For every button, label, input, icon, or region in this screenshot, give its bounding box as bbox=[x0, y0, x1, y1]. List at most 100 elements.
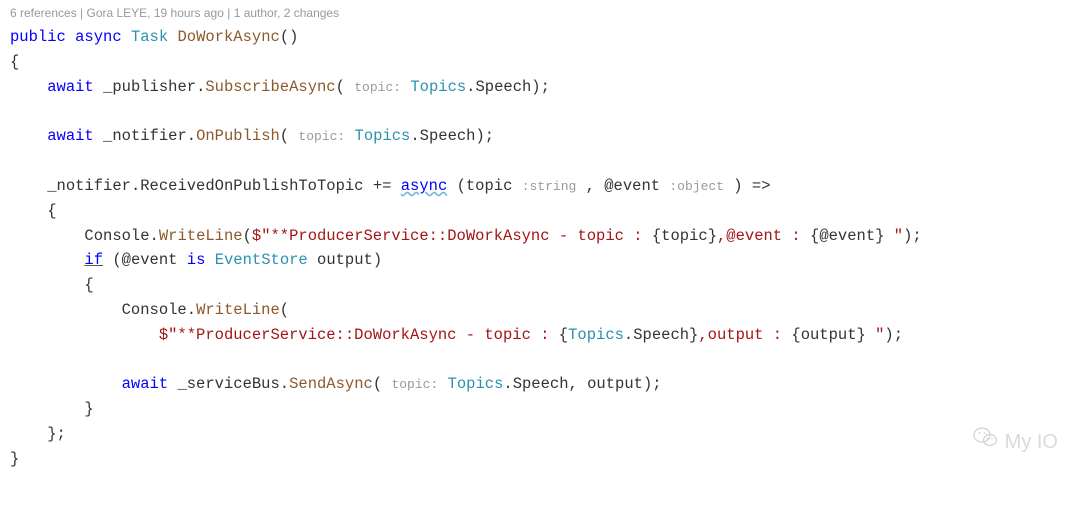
paren-open: ( bbox=[280, 301, 289, 319]
var-topic: topic bbox=[661, 227, 708, 245]
param-hint-object: :object bbox=[669, 179, 724, 194]
semi: ; bbox=[894, 326, 903, 344]
method-writeline: WriteLine bbox=[159, 227, 243, 245]
keyword-async-lambda: async bbox=[401, 177, 448, 195]
type-topics: Topics bbox=[410, 78, 466, 96]
operator-arrow: => bbox=[752, 177, 771, 195]
dot: . bbox=[410, 127, 419, 145]
method-sendasync: SendAsync bbox=[289, 375, 373, 393]
string-part: ,@event : bbox=[717, 227, 810, 245]
paren-close: ) bbox=[475, 127, 484, 145]
var-event: @event bbox=[819, 227, 875, 245]
operator-pluseq: += bbox=[373, 177, 392, 195]
method-dowork: DoWorkAsync bbox=[177, 28, 279, 46]
paren-close: ) bbox=[903, 227, 912, 245]
var-output: output bbox=[317, 251, 373, 269]
paren-open: ( bbox=[112, 251, 121, 269]
type-topics: Topics bbox=[568, 326, 624, 344]
string-part: ,output : bbox=[698, 326, 791, 344]
member-speech: Speech bbox=[633, 326, 689, 344]
paren-open: ( bbox=[280, 28, 289, 46]
keyword-await: await bbox=[47, 78, 94, 96]
type-eventstore: EventStore bbox=[215, 251, 308, 269]
paren-close: ) bbox=[884, 326, 893, 344]
var-output: output bbox=[801, 326, 857, 344]
console: Console bbox=[84, 227, 149, 245]
type-topics: Topics bbox=[448, 375, 504, 393]
field-notifier: _notifier bbox=[103, 127, 187, 145]
wechat-icon bbox=[973, 426, 999, 458]
keyword-if: if bbox=[84, 251, 103, 269]
var-output: output bbox=[587, 375, 643, 393]
var-event: @event bbox=[604, 177, 660, 195]
var-topic: topic bbox=[466, 177, 513, 195]
dot: . bbox=[624, 326, 633, 344]
paren-open: ( bbox=[280, 127, 289, 145]
interp-close: } bbox=[689, 326, 698, 344]
paren-close: ) bbox=[643, 375, 652, 393]
keyword-async: async bbox=[75, 28, 122, 46]
keyword-is: is bbox=[187, 251, 206, 269]
var-event: @event bbox=[122, 251, 178, 269]
type-topics: Topics bbox=[355, 127, 411, 145]
method-onpublish: OnPublish bbox=[196, 127, 280, 145]
paren-open: ( bbox=[243, 227, 252, 245]
brace-close: } bbox=[84, 400, 93, 418]
interp-open: { bbox=[652, 227, 661, 245]
param-hint-topic: topic: bbox=[391, 377, 438, 392]
console: Console bbox=[122, 301, 187, 319]
paren-close: ) bbox=[373, 251, 382, 269]
semi: ; bbox=[485, 127, 494, 145]
string-part: " bbox=[884, 227, 903, 245]
string-part: $"**ProducerService::DoWorkAsync - topic… bbox=[159, 326, 559, 344]
semi: ; bbox=[912, 227, 921, 245]
member-speech: Speech bbox=[475, 78, 531, 96]
dot: . bbox=[150, 227, 159, 245]
dot: . bbox=[187, 301, 196, 319]
method-writeline: WriteLine bbox=[196, 301, 280, 319]
type-task: Task bbox=[131, 28, 168, 46]
brace-open: { bbox=[10, 53, 19, 71]
dot: . bbox=[187, 127, 196, 145]
dot: . bbox=[503, 375, 512, 393]
string-part: " bbox=[866, 326, 885, 344]
interp-open: { bbox=[559, 326, 568, 344]
field-publisher: _publisher bbox=[103, 78, 196, 96]
paren-close: ) bbox=[733, 177, 742, 195]
string-part: $"**ProducerService::DoWorkAsync - topic… bbox=[252, 227, 652, 245]
paren-open: ( bbox=[457, 177, 466, 195]
method-subscribe: SubscribeAsync bbox=[205, 78, 335, 96]
event-received: ReceivedOnPublishToTopic bbox=[140, 177, 363, 195]
field-notifier: _notifier bbox=[47, 177, 131, 195]
codelens-info[interactable]: 6 references | Gora LEYE, 19 hours ago |… bbox=[10, 4, 1070, 23]
interp-open: { bbox=[810, 227, 819, 245]
paren-open: ( bbox=[336, 78, 345, 96]
paren-close: ) bbox=[289, 28, 298, 46]
field-servicebus: _serviceBus bbox=[177, 375, 279, 393]
param-hint-string: :string bbox=[522, 179, 577, 194]
semi: ; bbox=[541, 78, 550, 96]
keyword-await: await bbox=[122, 375, 169, 393]
brace-close: } bbox=[10, 450, 19, 468]
keyword-await: await bbox=[47, 127, 94, 145]
paren-close: ) bbox=[531, 78, 540, 96]
watermark: My IO bbox=[973, 426, 1058, 458]
keyword-public: public bbox=[10, 28, 66, 46]
interp-open: { bbox=[791, 326, 800, 344]
dot: . bbox=[196, 78, 205, 96]
dot: . bbox=[280, 375, 289, 393]
semi: ; bbox=[57, 425, 66, 443]
member-speech: Speech bbox=[420, 127, 476, 145]
brace-close: } bbox=[47, 425, 56, 443]
paren-open: ( bbox=[373, 375, 382, 393]
code-block: public async Task DoWorkAsync() { await … bbox=[10, 25, 1070, 471]
comma: , bbox=[586, 177, 595, 195]
interp-close: } bbox=[857, 326, 866, 344]
param-hint-topic: topic: bbox=[354, 80, 401, 95]
member-speech: Speech bbox=[513, 375, 569, 393]
dot: . bbox=[131, 177, 140, 195]
interp-close: } bbox=[708, 227, 717, 245]
param-hint-topic: topic: bbox=[298, 129, 345, 144]
comma: , bbox=[569, 375, 578, 393]
brace-open: { bbox=[84, 276, 93, 294]
